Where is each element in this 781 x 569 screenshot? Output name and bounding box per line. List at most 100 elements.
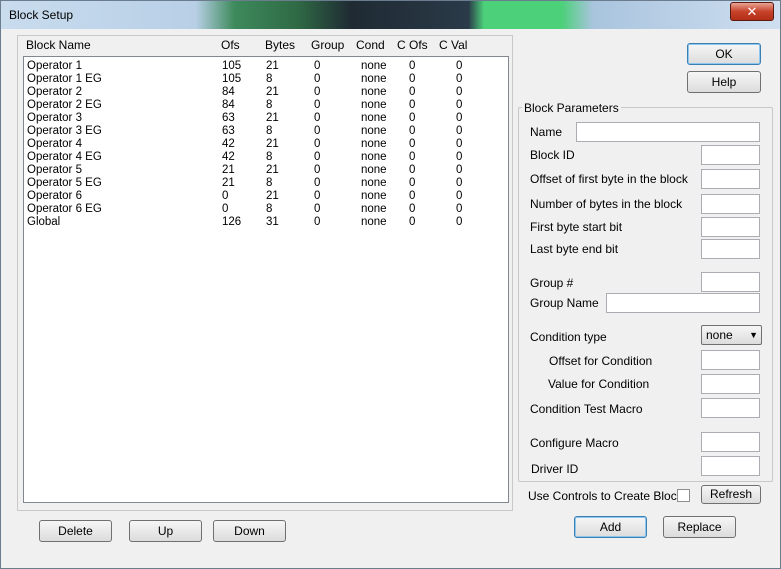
table-cell: none — [361, 60, 387, 72]
use-controls-checkbox[interactable] — [677, 489, 690, 502]
table-cell: 0 — [409, 86, 416, 98]
table-cell: 0 — [409, 216, 416, 228]
table-cell: 21 — [266, 164, 279, 176]
table-cell: none — [361, 190, 387, 202]
add-button[interactable]: Add — [574, 516, 647, 538]
block-listbox[interactable]: Operator 1 105 21 0 none 0 0 Operator 1 EG 105 8 0… — [23, 56, 509, 503]
table-cell: 63 — [222, 112, 235, 124]
name-label: Name — [530, 125, 563, 139]
table-row[interactable]: Operator 2 84 21 0 none 0 0 — [24, 86, 508, 99]
table-cell: 0 — [314, 86, 321, 98]
down-button[interactable]: Down — [213, 520, 286, 542]
table-cell: none — [361, 216, 387, 228]
table-cell: 105 — [222, 73, 242, 85]
table-cell: 0 — [314, 60, 321, 72]
configure-macro-field[interactable] — [701, 432, 760, 452]
table-row[interactable]: Operator 5 EG 21 8 0 none 0 0 — [24, 177, 508, 190]
first-byte-start-bit-field[interactable] — [701, 217, 760, 237]
table-row[interactable]: Operator 6 EG 0 8 0 none 0 0 — [24, 203, 508, 216]
table-cell: 21 — [266, 86, 279, 98]
offset-first-byte-label: Offset of first byte in the block — [530, 172, 688, 186]
up-button[interactable]: Up — [129, 520, 202, 542]
table-cell: 0 — [456, 99, 463, 111]
table-row[interactable]: Global 126 31 0 none 0 0 — [24, 216, 508, 229]
window-title: Block Setup — [9, 8, 74, 22]
table-cell: Operator 3 — [27, 112, 82, 124]
offset-first-byte-field[interactable] — [701, 169, 760, 189]
table-row[interactable]: Operator 1 EG 105 8 0 none 0 0 — [24, 73, 508, 86]
table-cell: 42 — [222, 151, 235, 163]
configure-macro-label: Configure Macro — [530, 436, 619, 450]
table-cell: Operator 2 EG — [27, 99, 102, 111]
table-cell: 0 — [456, 86, 463, 98]
table-row[interactable]: Operator 6 0 21 0 none 0 0 — [24, 190, 508, 203]
table-row[interactable]: Operator 4 42 21 0 none 0 0 — [24, 138, 508, 151]
table-cell: Operator 4 — [27, 138, 82, 150]
last-byte-end-bit-field[interactable] — [701, 239, 760, 259]
table-cell: 0 — [314, 203, 321, 215]
table-cell: 21 — [266, 112, 279, 124]
table-cell: 63 — [222, 125, 235, 137]
table-cell: none — [361, 86, 387, 98]
table-cell: Operator 4 EG — [27, 151, 102, 163]
refresh-button[interactable]: Refresh — [701, 485, 761, 504]
block-parameters-title: Block Parameters — [522, 101, 621, 115]
table-cell: 21 — [222, 164, 235, 176]
group-number-field[interactable] — [701, 272, 760, 292]
delete-button[interactable]: Delete — [39, 520, 112, 542]
table-cell: 21 — [266, 138, 279, 150]
first-byte-start-bit-label: First byte start bit — [530, 220, 623, 234]
table-row[interactable]: Operator 2 EG 84 8 0 none 0 0 — [24, 99, 508, 112]
table-cell: 105 — [222, 60, 242, 72]
table-row[interactable]: Operator 5 21 21 0 none 0 0 — [24, 164, 508, 177]
name-field[interactable] — [576, 122, 760, 142]
table-cell: 8 — [266, 151, 273, 163]
table-cell: 8 — [266, 203, 273, 215]
table-row[interactable]: Operator 4 EG 42 8 0 none 0 0 — [24, 151, 508, 164]
num-bytes-label: Number of bytes in the block — [530, 197, 683, 211]
close-button[interactable]: ✕ — [730, 2, 774, 21]
table-cell: 21 — [266, 60, 279, 72]
table-cell: Global — [27, 216, 61, 228]
num-bytes-field[interactable] — [701, 194, 760, 214]
group-name-field[interactable] — [606, 293, 760, 313]
table-cell: 8 — [266, 125, 273, 137]
help-button[interactable]: Help — [687, 71, 761, 93]
table-cell: 0 — [456, 177, 463, 189]
use-controls-label: Use Controls to Create Block — [528, 489, 683, 503]
column-header-cond: Cond — [356, 38, 385, 52]
offset-for-condition-field[interactable] — [701, 350, 760, 370]
offset-for-condition-label: Offset for Condition — [549, 354, 653, 368]
table-cell: 0 — [409, 125, 416, 137]
table-cell: 0 — [456, 203, 463, 215]
driver-id-field[interactable] — [701, 456, 760, 476]
title-bar[interactable]: Block Setup ✕ — [1, 1, 780, 29]
table-cell: 0 — [314, 177, 321, 189]
table-row[interactable]: Operator 1 105 21 0 none 0 0 — [24, 60, 508, 73]
table-cell: none — [361, 112, 387, 124]
condition-type-label: Condition type — [530, 330, 607, 344]
table-cell: 0 — [456, 60, 463, 72]
table-cell: 0 — [409, 151, 416, 163]
value-for-condition-field[interactable] — [701, 374, 760, 394]
table-cell: Operator 1 — [27, 60, 82, 72]
driver-id-label: Driver ID — [531, 462, 579, 476]
replace-button[interactable]: Replace — [663, 516, 736, 538]
table-cell: Operator 5 — [27, 164, 82, 176]
table-cell: none — [361, 99, 387, 111]
condition-type-select[interactable]: none ▼ — [701, 325, 762, 345]
table-row[interactable]: Operator 3 63 21 0 none 0 0 — [24, 112, 508, 125]
ok-button[interactable]: OK — [687, 43, 761, 65]
table-cell: 0 — [456, 138, 463, 150]
table-cell: none — [361, 177, 387, 189]
table-cell: none — [361, 138, 387, 150]
condition-test-macro-field[interactable] — [701, 398, 760, 418]
table-cell: 0 — [314, 125, 321, 137]
table-cell: 0 — [222, 190, 229, 202]
table-row[interactable]: Operator 3 EG 63 8 0 none 0 0 — [24, 125, 508, 138]
block-id-field[interactable] — [701, 145, 760, 165]
dropdown-arrow-icon: ▼ — [749, 330, 758, 340]
table-cell: 0 — [409, 99, 416, 111]
column-header-group: Group — [311, 38, 345, 52]
table-cell: Operator 1 EG — [27, 73, 102, 85]
